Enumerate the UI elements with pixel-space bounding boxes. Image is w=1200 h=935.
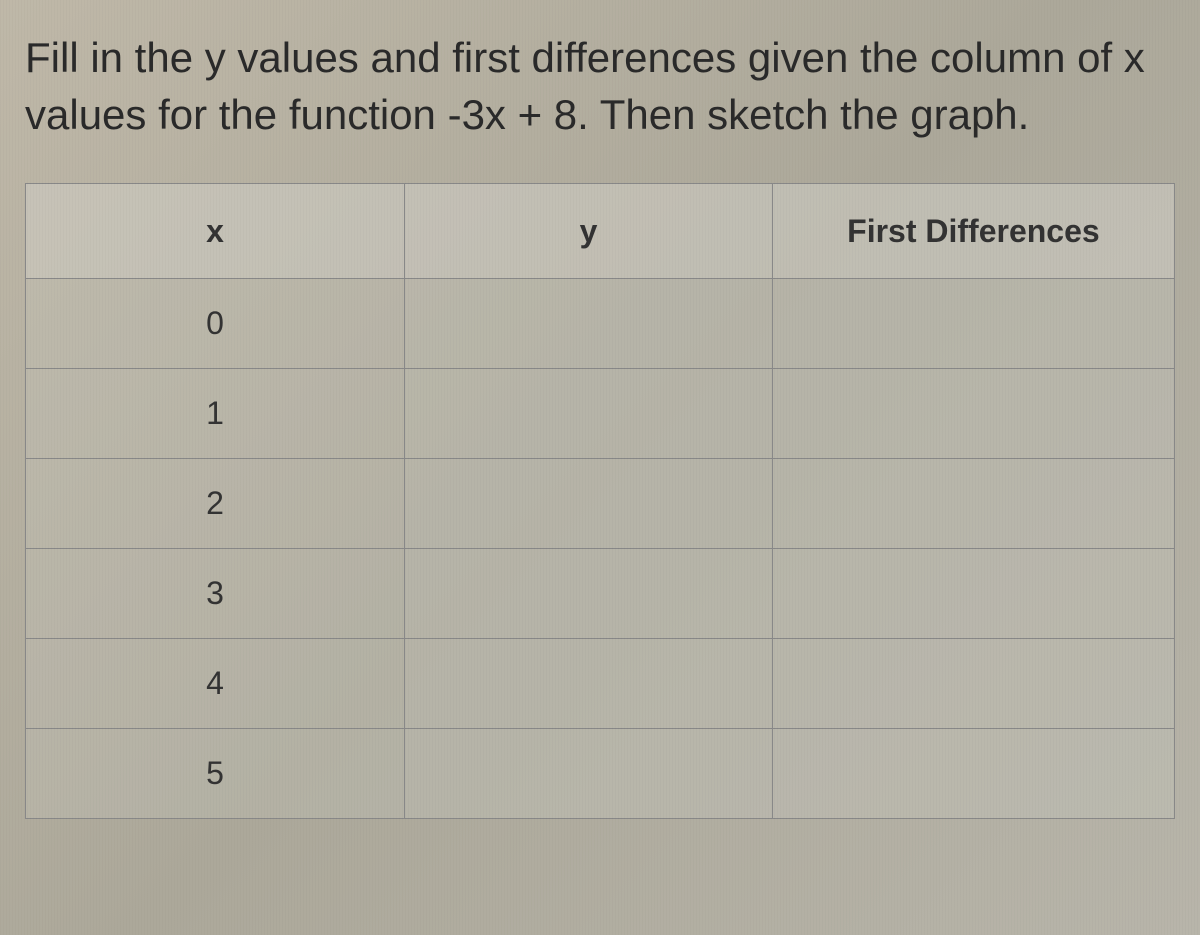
table-row: 3 xyxy=(26,549,1175,639)
y-value-cell xyxy=(405,639,773,729)
table-row: 0 xyxy=(26,279,1175,369)
table-row: 1 xyxy=(26,369,1175,459)
y-value-cell xyxy=(405,459,773,549)
header-y: y xyxy=(405,184,773,279)
x-value-cell: 1 xyxy=(26,369,405,459)
diff-value-cell xyxy=(772,729,1174,819)
y-value-cell xyxy=(405,729,773,819)
x-value-cell: 0 xyxy=(26,279,405,369)
table-row: 5 xyxy=(26,729,1175,819)
y-value-cell xyxy=(405,549,773,639)
diff-value-cell xyxy=(772,549,1174,639)
y-value-cell xyxy=(405,279,773,369)
data-table: x y First Differences 0 1 2 3 4 xyxy=(25,183,1175,819)
diff-value-cell xyxy=(772,639,1174,729)
x-value-cell: 3 xyxy=(26,549,405,639)
question-text: Fill in the y values and first differenc… xyxy=(25,30,1175,143)
x-value-cell: 2 xyxy=(26,459,405,549)
header-x: x xyxy=(26,184,405,279)
table-header-row: x y First Differences xyxy=(26,184,1175,279)
x-value-cell: 5 xyxy=(26,729,405,819)
table-row: 4 xyxy=(26,639,1175,729)
header-first-differences: First Differences xyxy=(772,184,1174,279)
table-row: 2 xyxy=(26,459,1175,549)
diff-value-cell xyxy=(772,279,1174,369)
diff-value-cell xyxy=(772,369,1174,459)
y-value-cell xyxy=(405,369,773,459)
x-value-cell: 4 xyxy=(26,639,405,729)
diff-value-cell xyxy=(772,459,1174,549)
